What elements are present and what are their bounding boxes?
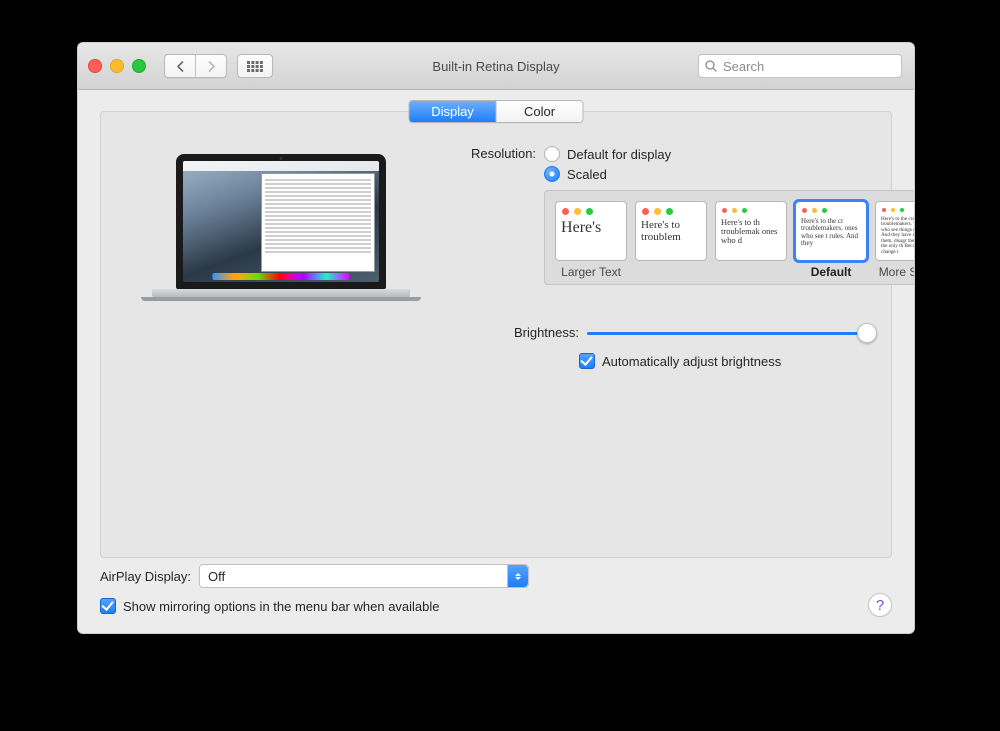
zoom-icon[interactable] — [132, 59, 146, 73]
tabs: Display Color — [409, 100, 584, 123]
display-preview — [151, 154, 411, 297]
airplay-label: AirPlay Display: — [100, 569, 191, 584]
close-icon[interactable] — [88, 59, 102, 73]
back-forward — [164, 54, 227, 78]
settings-column: Resolution: Default for display Scaled H… — [471, 144, 875, 372]
mirroring-checkbox[interactable]: Show mirroring options in the menu bar w… — [100, 598, 440, 614]
grid-icon — [247, 61, 263, 72]
back-button[interactable] — [165, 55, 196, 77]
auto-brightness-checkbox[interactable]: Automatically adjust brightness — [579, 353, 781, 369]
brightness-label: Brightness: — [471, 323, 587, 343]
content-panel: Display Color Resolution: — [100, 111, 892, 558]
radio-icon — [544, 146, 560, 162]
radio-default-for-display[interactable]: Default for display — [544, 144, 915, 164]
checkbox-label: Show mirroring options in the menu bar w… — [123, 599, 440, 614]
scale-option-2[interactable]: Here's to troublem — [635, 201, 707, 280]
prefs-window: Built-in Retina Display Search Display C… — [77, 42, 915, 634]
scaled-options: Here's Larger Text Here's to troublem He… — [544, 190, 915, 285]
airplay-select[interactable]: Off — [199, 564, 529, 588]
bottom-controls: AirPlay Display: Off Show mirroring opti… — [100, 558, 892, 617]
scale-option-3[interactable]: Here's to th troublemak ones who d — [715, 201, 787, 280]
radio-icon — [544, 166, 560, 182]
search-placeholder: Search — [723, 59, 764, 74]
toolbar-nav — [164, 54, 273, 78]
scale-option-larger-text[interactable]: Here's Larger Text — [555, 201, 627, 280]
select-value: Off — [208, 569, 225, 584]
chevron-updown-icon — [507, 565, 528, 587]
brightness-row: Brightness: — [471, 323, 875, 343]
radio-label: Scaled — [567, 167, 607, 182]
help-button[interactable]: ? — [868, 593, 892, 617]
titlebar: Built-in Retina Display Search — [78, 43, 914, 90]
scale-option-more-space[interactable]: Here's to the crazy one troublemakers. T… — [875, 201, 915, 280]
slider-knob[interactable] — [857, 323, 877, 343]
minimize-icon[interactable] — [110, 59, 124, 73]
checkbox-icon — [579, 353, 595, 369]
search-icon — [705, 60, 717, 72]
forward-button[interactable] — [196, 55, 226, 77]
window-controls — [88, 59, 146, 73]
search-field[interactable]: Search — [698, 54, 902, 78]
checkbox-label: Automatically adjust brightness — [602, 354, 781, 369]
show-all-button[interactable] — [237, 54, 273, 78]
tab-color[interactable]: Color — [496, 101, 583, 122]
checkbox-icon — [100, 598, 116, 614]
radio-scaled[interactable]: Scaled — [544, 164, 915, 184]
brightness-slider[interactable] — [587, 332, 875, 335]
radio-label: Default for display — [567, 147, 671, 162]
scale-option-default[interactable]: Here's to the cr troublemakers. ones who… — [795, 201, 867, 280]
tab-display[interactable]: Display — [410, 101, 496, 122]
resolution-label: Resolution: — [471, 144, 544, 164]
